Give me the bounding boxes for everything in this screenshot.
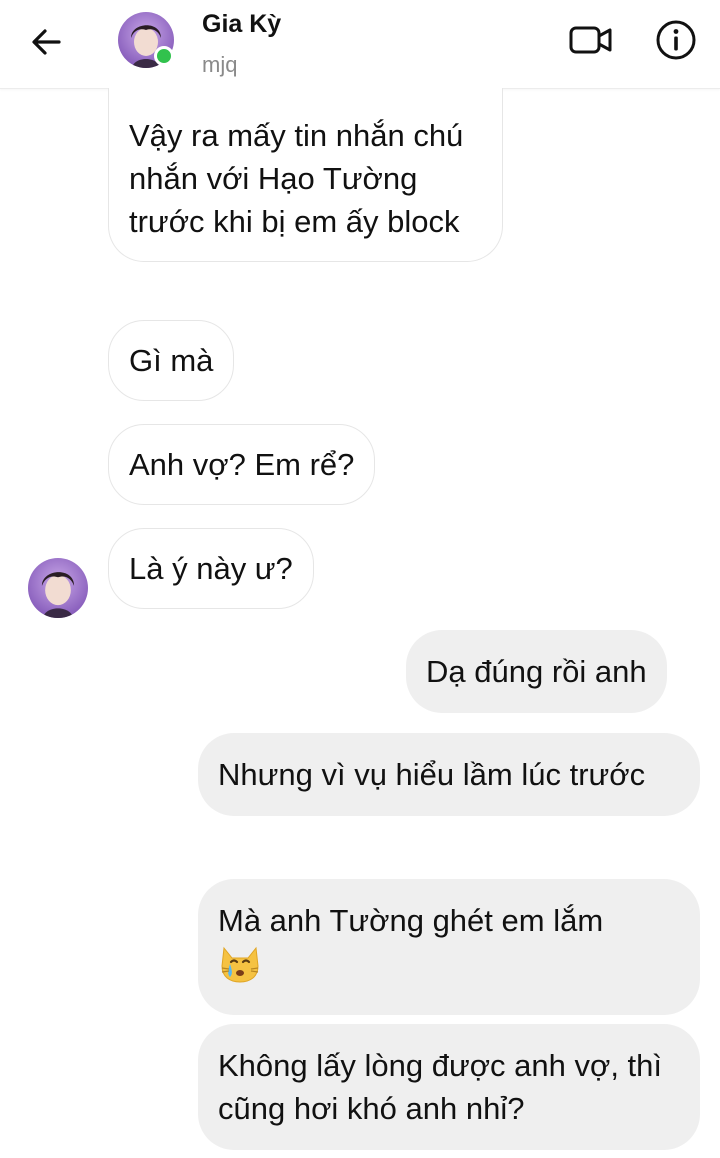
contact-username: mjq: [202, 52, 238, 77]
outgoing-message[interactable]: Nhưng vì vụ hiểu lầm lúc trước: [198, 733, 700, 816]
outgoing-message[interactable]: Dạ đúng rồi anh: [406, 630, 667, 713]
sender-avatar[interactable]: [28, 558, 88, 618]
outgoing-message[interactable]: Mà anh Tường ghét em lắm: [198, 879, 700, 1015]
back-button[interactable]: [26, 22, 66, 62]
incoming-message[interactable]: Anh vợ? Em rể?: [108, 424, 376, 505]
contact-avatar[interactable]: [118, 12, 174, 68]
message-text: Mà anh Tường ghét em lắm: [218, 903, 604, 938]
crying-cat-face-icon: [218, 944, 262, 995]
incoming-message[interactable]: Vậy ra mấy tin nhắn chú nhắn với Hạo Tườ…: [108, 88, 503, 262]
online-status-indicator: [154, 46, 174, 66]
info-icon: [656, 20, 696, 60]
info-button[interactable]: [652, 16, 700, 64]
chat-header: Gia Kỳ mjq: [0, 0, 720, 89]
incoming-message[interactable]: Gì mà: [108, 320, 235, 401]
outgoing-message[interactable]: Không lấy lòng được anh vợ, thì cũng hơi…: [198, 1024, 700, 1150]
contact-name[interactable]: Gia Kỳ: [202, 10, 281, 39]
incoming-message[interactable]: Là ý này ư?: [108, 528, 314, 609]
video-camera-icon: [569, 26, 612, 54]
arrow-left-icon: [32, 29, 61, 55]
video-call-button[interactable]: [566, 20, 616, 60]
